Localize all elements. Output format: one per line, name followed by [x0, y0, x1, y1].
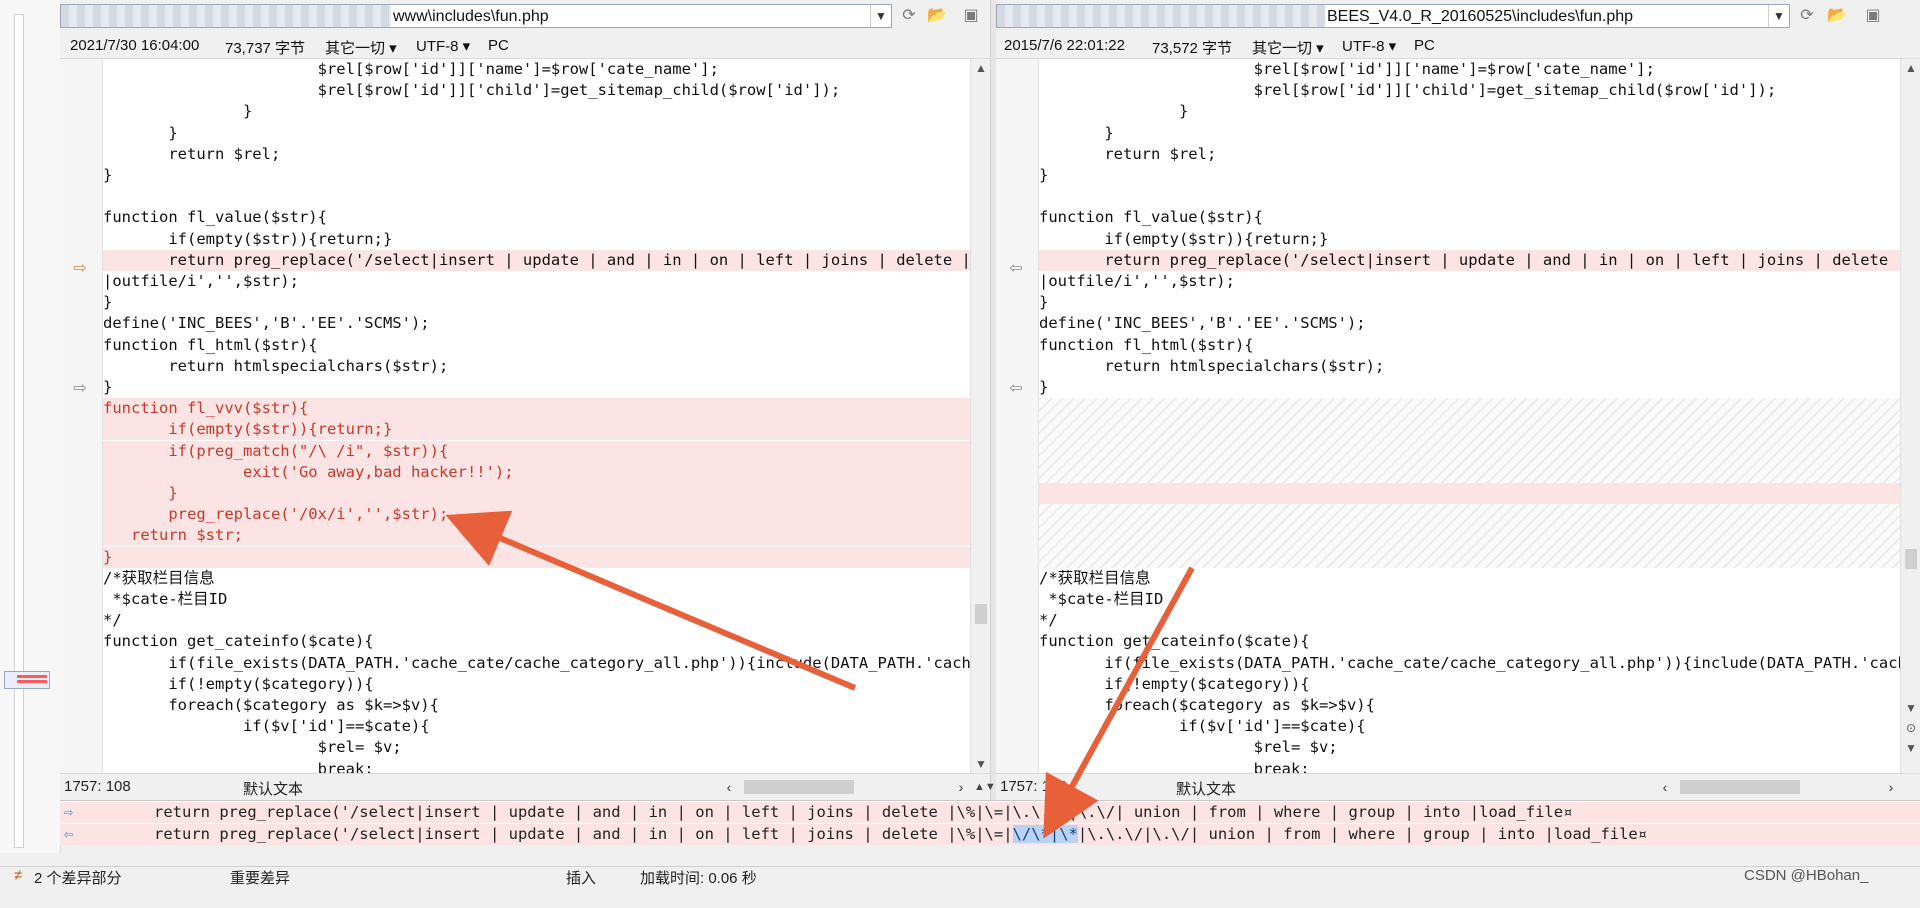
annotation-arrows [445, 510, 1195, 839]
annotation-arrow-left [445, 510, 857, 691]
annotation-arrow-right [1043, 566, 1195, 839]
